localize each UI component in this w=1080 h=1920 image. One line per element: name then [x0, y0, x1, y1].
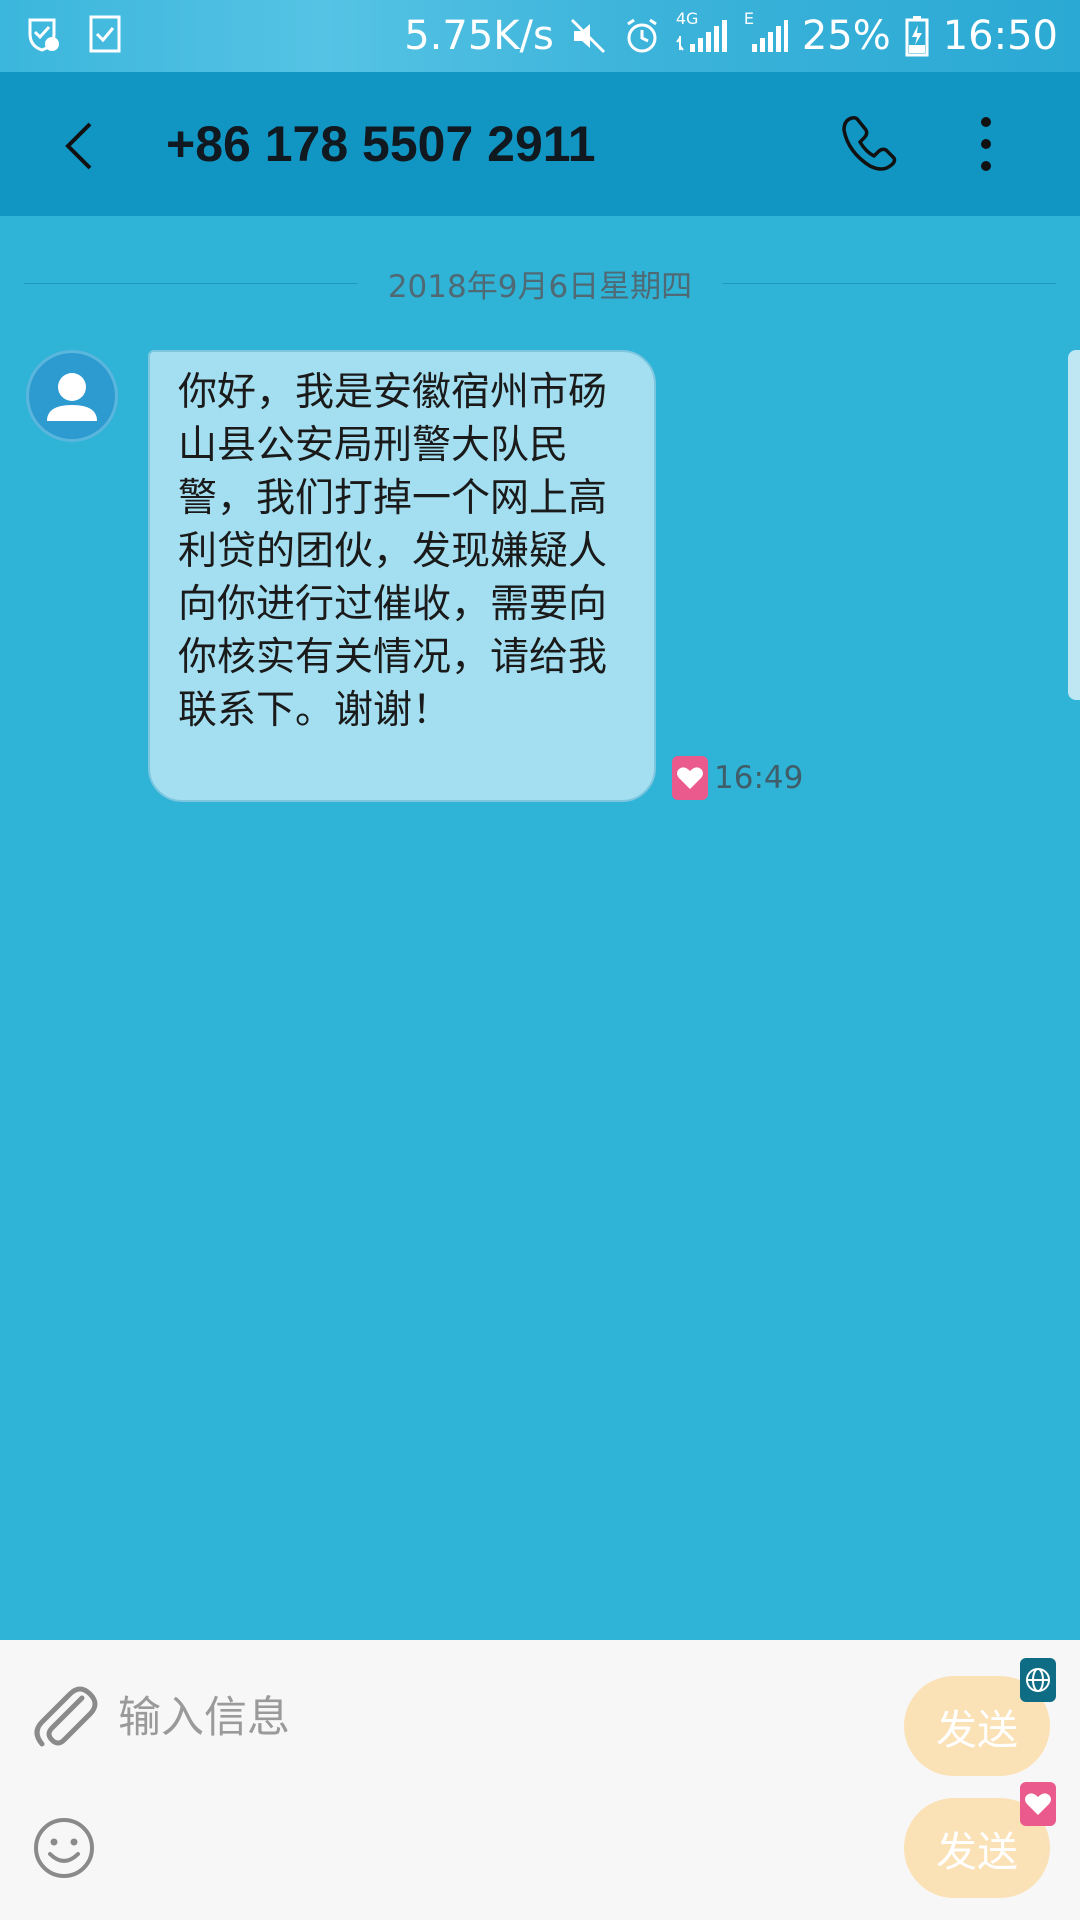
message-time: 16:49	[714, 760, 804, 796]
phone-icon	[842, 116, 897, 171]
message-bubble[interactable]: 你好，我是安徽宿州市砀山县公安局刑警大队民警，我们打掉一个网上高利贷的团伙，发现…	[148, 350, 656, 802]
globe-sim-icon	[1020, 1658, 1056, 1702]
heart-sim-icon	[672, 756, 708, 800]
message-text: 你好，我是安徽宿州市砀山县公安局刑警大队民警，我们打掉一个网上高利贷的团伙，发现…	[178, 370, 608, 733]
status-right-icons: 5.75K/s 4G E 25% 16:50	[404, 8, 1058, 64]
signal-e-icon: E	[744, 10, 788, 56]
contact-avatar[interactable]	[26, 350, 118, 442]
message-meta: 16:49	[672, 756, 803, 800]
more-options-button[interactable]	[968, 112, 1004, 176]
back-button[interactable]	[52, 116, 112, 176]
status-bar: 5.75K/s 4G E 25% 16:50	[0, 0, 1080, 72]
secondary-network-label: E	[743, 9, 754, 28]
shield-notification-icon	[22, 14, 62, 54]
heart-sim-icon	[1020, 1782, 1056, 1826]
signal-icon: 4G	[676, 10, 730, 56]
clock: 16:50	[942, 13, 1058, 59]
status-left-icons	[22, 14, 122, 54]
back-arrow-icon	[65, 122, 92, 170]
emoji-button[interactable]	[32, 1816, 96, 1880]
attach-button[interactable]	[30, 1678, 100, 1758]
divider-line-right	[722, 282, 1056, 284]
emoji-icon	[34, 1818, 94, 1878]
network-speed: 5.75K/s	[404, 13, 554, 59]
mute-icon	[568, 16, 608, 56]
message-input[interactable]	[118, 1688, 678, 1748]
contact-number: +86 178 5507 2911	[166, 116, 596, 172]
app-bar: +86 178 5507 2911	[0, 72, 1080, 216]
conversation-date: 2018年9月6日星期四	[387, 268, 693, 305]
battery-charging-icon	[905, 15, 929, 57]
network-type-label: 4G	[675, 9, 699, 28]
messaging-screen: 5.75K/s 4G E 25% 16:50 +86 178 5507 2911…	[0, 0, 1080, 1920]
person-avatar-icon	[47, 373, 97, 421]
paperclip-icon	[34, 1686, 98, 1747]
more-vertical-icon	[981, 117, 991, 171]
task-check-icon	[88, 14, 122, 54]
call-button[interactable]	[838, 112, 902, 176]
divider-line-left	[24, 282, 358, 284]
scrollbar[interactable]	[1068, 350, 1080, 700]
alarm-icon	[622, 16, 662, 56]
composer: 发送 发送	[0, 1640, 1080, 1920]
date-divider: 2018年9月6日星期四	[24, 258, 1056, 308]
battery-percent: 25%	[801, 13, 891, 59]
